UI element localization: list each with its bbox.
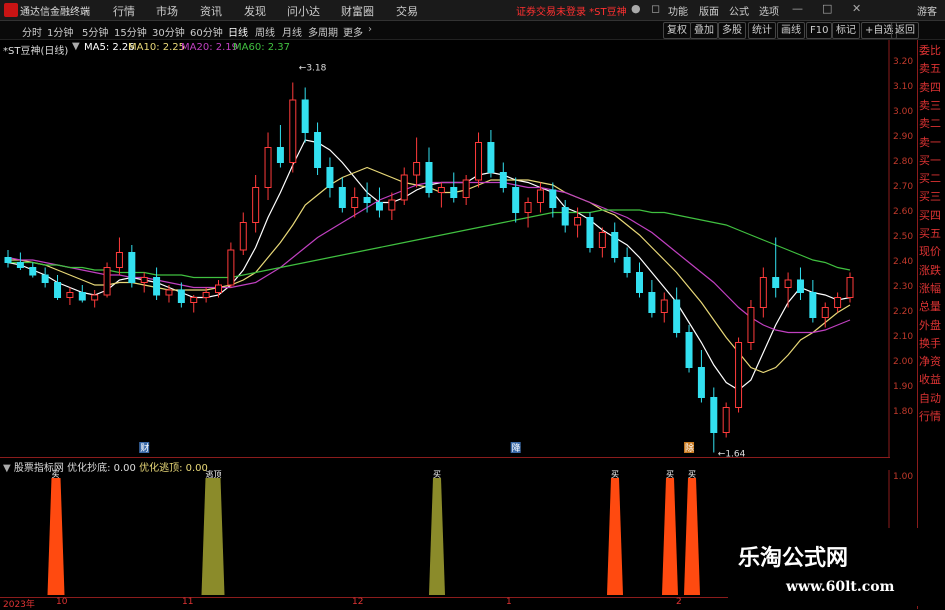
side-tab[interactable]: 委比 <box>919 44 945 57</box>
watermark-url: www.60lt.com <box>786 579 895 595</box>
side-tab[interactable]: 现价 <box>919 245 945 258</box>
side-tab[interactable]: 净资 <box>919 355 945 368</box>
side-tab[interactable]: 卖二 <box>919 117 945 130</box>
side-tab[interactable]: 收益 <box>919 373 945 386</box>
side-tab[interactable]: 买一 <box>919 154 945 167</box>
watermark-title: 乐淘公式网 <box>738 545 849 571</box>
side-tab[interactable]: 买五 <box>919 227 945 240</box>
side-tab[interactable]: 涨跌 <box>919 264 945 277</box>
side-tab[interactable]: 涨幅 <box>919 282 945 295</box>
side-tab[interactable]: 买二 <box>919 172 945 185</box>
side-tab[interactable]: 外盘 <box>919 319 945 332</box>
side-tab[interactable]: 卖五 <box>919 62 945 75</box>
side-tab[interactable]: 自动 <box>919 392 945 405</box>
side-tab[interactable]: 行情 <box>919 410 945 423</box>
side-tab[interactable]: 卖三 <box>919 99 945 112</box>
side-tab[interactable]: 买四 <box>919 209 945 222</box>
side-tab[interactable]: 总量 <box>919 300 945 313</box>
side-tab[interactable]: 买三 <box>919 190 945 203</box>
side-tab[interactable]: 卖一 <box>919 136 945 149</box>
side-tab[interactable]: 换手 <box>919 337 945 350</box>
side-tab[interactable]: 卖四 <box>919 81 945 94</box>
side-tabs: 委比卖五卖四卖三卖二卖一买一买二买三买四买五现价涨跌涨幅总量外盘换手净资收益自动… <box>0 0 945 609</box>
